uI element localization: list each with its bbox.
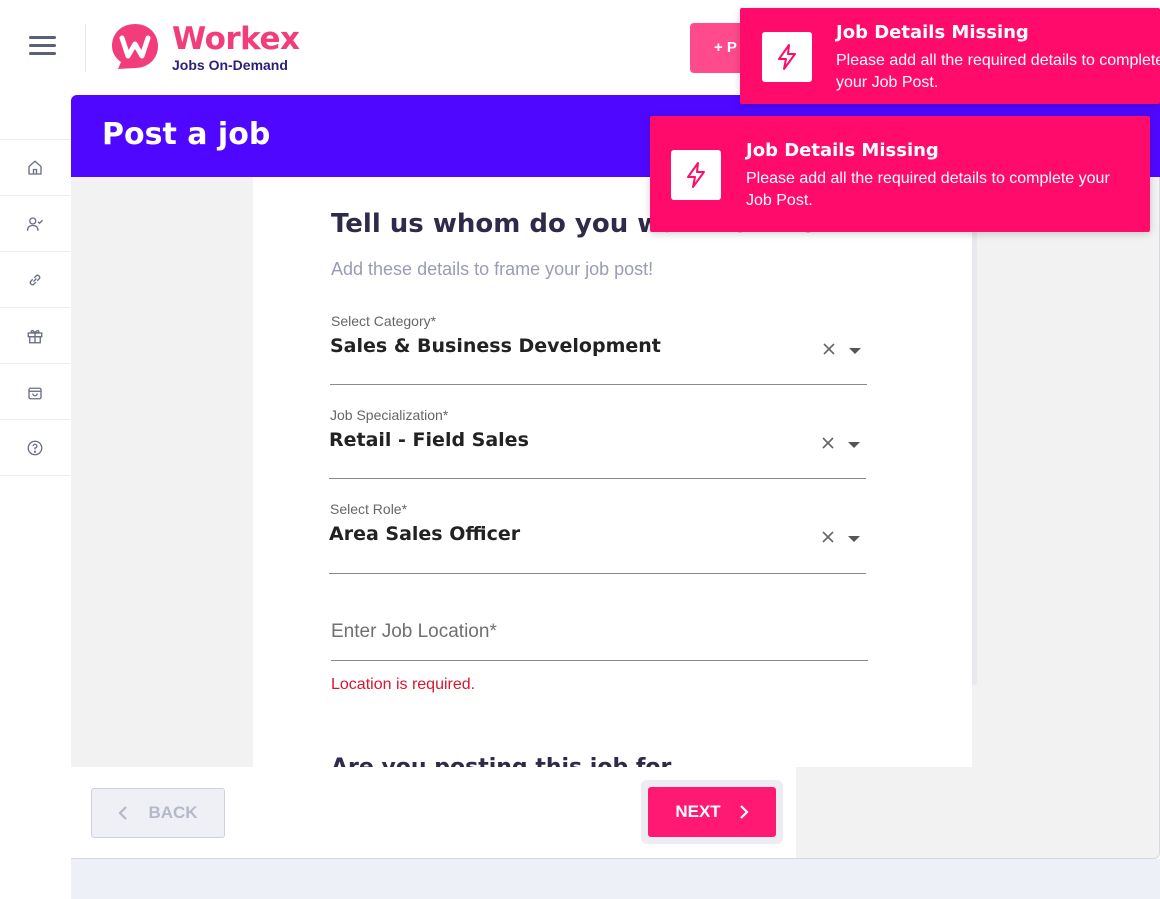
user-check-icon <box>26 216 43 231</box>
link-icon <box>29 274 41 285</box>
toast-message: Please add all the required details to c… <box>746 170 1110 209</box>
clear-icon[interactable] <box>820 435 836 451</box>
specialization-label: Job Specialization* <box>330 407 449 423</box>
workex-logo-mark-icon <box>112 24 158 69</box>
next-button-focus-ring: NEXT <box>641 780 783 844</box>
sidebar-item-links[interactable] <box>0 252 70 308</box>
clear-icon[interactable] <box>821 341 837 357</box>
workex-logo[interactable]: Workex Jobs On-Demand <box>110 21 300 76</box>
lightning-icon <box>778 44 796 70</box>
dropdown-caret-icon[interactable] <box>848 536 860 542</box>
lightning-icon <box>687 162 705 188</box>
sidebar <box>0 95 71 899</box>
next-section-heading: Are you posting this job for... <box>331 755 693 767</box>
page-bottom-area <box>71 859 1160 899</box>
toast-title: Job Details Missing <box>836 22 1029 43</box>
toast-message: Please add all the required details to c… <box>836 52 1160 91</box>
location-error-message: Location is required. <box>331 676 476 693</box>
toast-icon-box <box>762 32 812 82</box>
sidebar-item-shop[interactable] <box>0 364 70 420</box>
role-label: Select Role* <box>330 501 408 517</box>
clear-icon[interactable] <box>820 529 836 545</box>
sidebar-item-help[interactable] <box>0 420 70 476</box>
category-label: Select Category* <box>331 313 437 329</box>
next-button-label: NEXT <box>675 802 721 821</box>
error-toast[interactable]: Job Details Missing Please add all the r… <box>740 8 1160 104</box>
job-location-input[interactable]: Enter Job Location* <box>331 603 868 661</box>
specialization-value: Retail - Field Sales <box>329 429 529 451</box>
category-value: Sales & Business Development <box>330 335 661 357</box>
category-select[interactable]: Select Category* Sales & Business Develo… <box>330 313 867 385</box>
error-toast[interactable]: Job Details Missing Please add all the r… <box>650 116 1150 232</box>
role-value: Area Sales Officer <box>329 523 521 545</box>
chevron-left-icon <box>118 806 128 820</box>
next-button[interactable]: NEXT <box>648 787 776 837</box>
toast-title: Job Details Missing <box>746 140 939 161</box>
logo-tagline: Jobs On-Demand <box>172 57 288 73</box>
home-icon <box>28 159 42 175</box>
bag-icon <box>28 387 42 399</box>
back-button-label: BACK <box>148 803 198 822</box>
sidebar-item-candidates[interactable] <box>0 196 70 252</box>
gift-icon <box>27 329 43 343</box>
job-location-placeholder: Enter Job Location* <box>331 621 497 642</box>
page-title: Post a job <box>102 117 271 152</box>
hamburger-menu-icon[interactable] <box>29 36 56 56</box>
header-divider <box>85 24 86 72</box>
card-scrollbar[interactable] <box>972 177 977 685</box>
chevron-right-icon <box>739 805 749 819</box>
form-subheading: Add these details to frame your job post… <box>331 259 654 279</box>
dropdown-caret-icon[interactable] <box>849 348 861 354</box>
help-icon <box>27 440 43 455</box>
dropdown-caret-icon[interactable] <box>848 442 860 448</box>
toast-icon-box <box>671 150 721 200</box>
sidebar-item-rewards[interactable] <box>0 308 70 364</box>
logo-name: Workex <box>172 21 300 57</box>
sidebar-item-home[interactable] <box>0 140 70 196</box>
specialization-select[interactable]: Job Specialization* Retail - Field Sales <box>329 407 866 479</box>
job-form-card: Tell us whom do you want to hire? Add th… <box>253 177 972 767</box>
role-select[interactable]: Select Role* Area Sales Officer <box>329 501 866 574</box>
back-button[interactable]: BACK <box>91 788 225 838</box>
form-footer: BACK NEXT <box>71 767 796 858</box>
